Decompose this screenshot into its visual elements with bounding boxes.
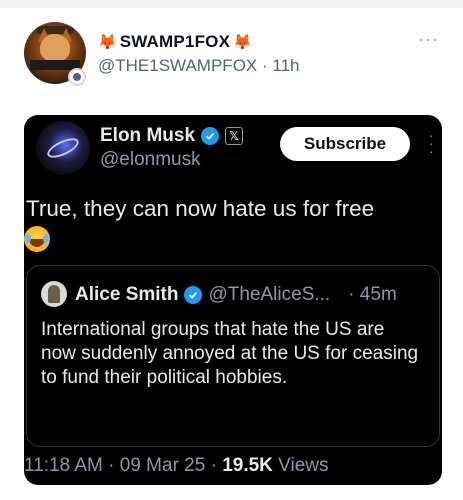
fox-icon: 🦊: [98, 33, 117, 51]
quoted-post[interactable]: Alice Smith @TheAliceS... · 45m Internat…: [26, 265, 440, 447]
quoted-avatar[interactable]: [41, 281, 67, 307]
x-logo-icon: 𝕏: [225, 127, 244, 145]
quoted-author-row: Alice Smith @TheAliceS... · 45m: [75, 284, 397, 306]
embedded-post-text: True, they can now hate us for free: [26, 196, 375, 221]
quoted-name[interactable]: Alice Smith: [75, 284, 178, 306]
handle-time-line: @THE1SWAMPFOX · 11h: [98, 56, 299, 76]
post-time[interactable]: 11:18 AM: [24, 455, 103, 476]
separator-dot: ·: [257, 56, 273, 75]
embedded-name[interactable]: Elon Musk: [100, 125, 195, 147]
embedded-avatar[interactable]: [36, 121, 90, 175]
post-time[interactable]: 11h: [272, 56, 299, 75]
tears-of-joy-emoji-icon: [24, 226, 50, 252]
avatar-face: [40, 34, 70, 62]
post-date[interactable]: 09 Mar 25: [120, 455, 206, 476]
affiliate-badge-icon: [68, 68, 86, 86]
vertical-more-icon[interactable]: · · ·: [429, 128, 434, 158]
separator-dot: ·: [205, 455, 223, 476]
user-handle[interactable]: @THE1SWAMPFOX: [98, 56, 257, 75]
fox-icon: 🦊: [233, 33, 252, 51]
more-options-icon[interactable]: ···: [418, 30, 439, 48]
top-bar: [0, 0, 463, 8]
author-line[interactable]: 🦊 SWAMP1FOX 🦊: [98, 31, 252, 53]
views-count: 19.5K: [222, 455, 273, 476]
verified-icon: [201, 127, 220, 145]
views-label: Views: [272, 455, 329, 476]
embedded-post-card[interactable]: Elon Musk 𝕏 @elonmusk Subscribe · · · True…: [24, 115, 442, 485]
separator-dot: ·: [102, 455, 120, 476]
post-meta: 11:18 AM · 09 Mar 25 · 19.5K Views: [24, 455, 329, 477]
quoted-handle[interactable]: @TheAliceS...: [208, 284, 330, 306]
verified-icon: [184, 286, 203, 304]
quoted-text: International groups that hate the US ar…: [41, 319, 419, 388]
quoted-time[interactable]: · 45m: [348, 284, 397, 306]
avatar-cap: [36, 26, 74, 34]
subscribe-button[interactable]: Subscribe: [280, 127, 410, 161]
embedded-name-row: Elon Musk 𝕏: [100, 124, 244, 148]
display-name[interactable]: SWAMP1FOX: [120, 32, 230, 52]
embedded-handle[interactable]: @elonmusk: [100, 149, 201, 171]
